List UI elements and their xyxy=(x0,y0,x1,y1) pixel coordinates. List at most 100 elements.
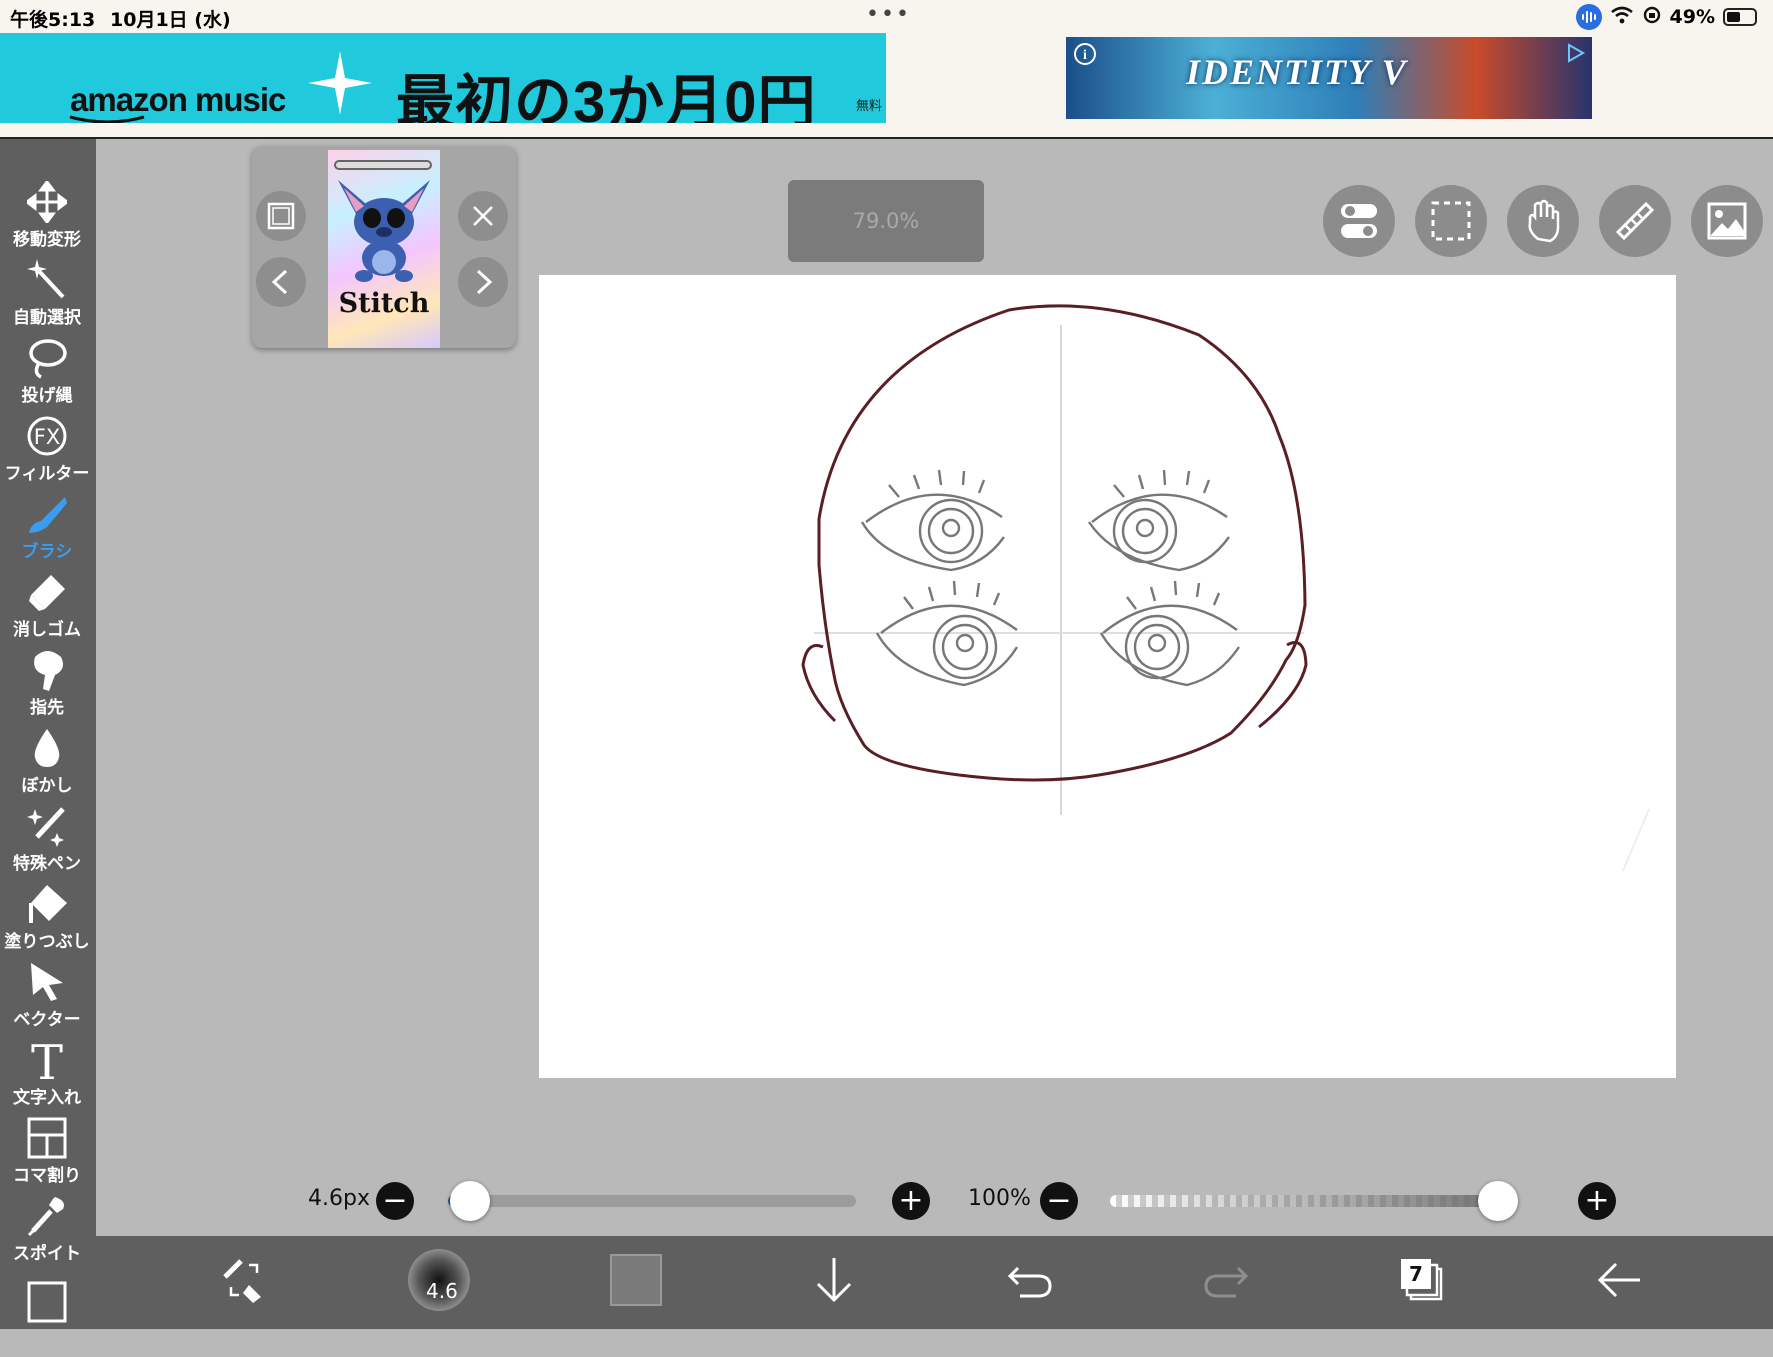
undo-icon xyxy=(1007,1266,1052,1298)
tool-label: 移動変形 xyxy=(13,230,81,250)
brush-size-label: 4.6px xyxy=(308,1186,370,1211)
eyedropper-icon xyxy=(27,1197,64,1237)
tool-blur[interactable]: ぼかし xyxy=(0,725,94,803)
text-icon: T xyxy=(31,1039,63,1081)
battery-fill xyxy=(1727,12,1740,22)
material-fit-button[interactable] xyxy=(256,191,306,241)
brush-opacity-thumb[interactable] xyxy=(1478,1181,1518,1221)
tool-lasso[interactable]: 投げ縄 xyxy=(0,335,94,413)
arrow-left-icon xyxy=(1597,1262,1640,1298)
ad-info-icon[interactable]: i xyxy=(1074,43,1096,65)
material-next-button[interactable] xyxy=(458,257,508,307)
back-button[interactable] xyxy=(1590,1250,1650,1310)
redo-icon xyxy=(1204,1266,1249,1298)
frame-divide-icon xyxy=(27,1117,67,1159)
tool-label: 自動選択 xyxy=(13,308,81,328)
material-thumbnail[interactable]: Stitch xyxy=(328,150,440,348)
canvas-artwork xyxy=(801,304,1650,872)
brush-size-thumb[interactable] xyxy=(450,1181,491,1221)
amazon-promo-text: 最初の3か月0円 xyxy=(396,70,817,123)
tool-text[interactable]: T 文字入れ xyxy=(0,1037,94,1115)
brush-opacity-increase-button[interactable]: + xyxy=(1578,1182,1616,1220)
brush-opacity-slider[interactable] xyxy=(1110,1195,1518,1207)
tool-auto-select[interactable]: 自動選択 xyxy=(0,257,94,335)
tool-label: ベクター xyxy=(13,1010,81,1030)
left-toolbar: 移動変形 自動選択 投げ縄 FX フィルター ブラシ 消しゴム 指先 ぼかし 特… xyxy=(0,139,96,1329)
status-indicators: 49% xyxy=(1575,4,1757,30)
adchoices-icon[interactable] xyxy=(1566,43,1586,63)
tool-finger[interactable]: 指先 xyxy=(0,647,94,725)
ruler-button[interactable] xyxy=(1599,185,1671,257)
chevron-right-icon xyxy=(476,269,493,295)
tool-brush[interactable]: ブラシ xyxy=(0,491,94,569)
status-date: 10月1日 (水) xyxy=(110,9,231,31)
eye-top-left xyxy=(860,469,1005,572)
stitch-character-image xyxy=(338,180,430,282)
tool-label: 指先 xyxy=(30,698,64,718)
material-prev-button[interactable] xyxy=(256,257,306,307)
battery-percent: 49% xyxy=(1669,6,1715,28)
identity-v-ad[interactable]: i IDENTITY V xyxy=(1066,37,1592,119)
dashed-selection-icon xyxy=(1431,201,1471,241)
battery-icon xyxy=(1723,8,1757,26)
tool-label: スポイト xyxy=(13,1244,81,1264)
brush-size-decrease-button[interactable]: − xyxy=(376,1182,414,1220)
tool-special-pen[interactable]: 特殊ペン xyxy=(0,803,94,881)
tool-frame-divide[interactable]: コマ割り xyxy=(0,1115,94,1193)
hand-button[interactable] xyxy=(1507,185,1579,257)
pen-eraser-swap-icon xyxy=(223,1259,261,1303)
magic-wand-icon xyxy=(27,259,65,299)
svg-text:T: T xyxy=(31,1039,63,1081)
image-button[interactable] xyxy=(1691,185,1763,257)
tool-label: コマ割り xyxy=(13,1166,81,1186)
zoom-indicator: 79.0% xyxy=(788,180,984,262)
material-handle[interactable] xyxy=(334,160,432,170)
lasso-icon xyxy=(29,339,67,379)
eraser-icon xyxy=(29,575,65,611)
orientation-lock-icon xyxy=(1642,5,1662,30)
toggle-settings-button[interactable] xyxy=(1323,185,1395,257)
blur-drop-icon xyxy=(34,729,60,767)
brush-size-increase-button[interactable]: + xyxy=(892,1182,930,1220)
brush-size-badge: 4.6 xyxy=(426,1279,458,1303)
tool-vector[interactable]: ベクター xyxy=(0,959,94,1037)
amazon-music-ad[interactable]: amazon music 最初の3か月0円 無料 xyxy=(0,33,886,123)
special-pen-icon xyxy=(27,807,65,847)
canvas-frame-icon xyxy=(27,1281,67,1323)
status-bar: 午後5:13 10月1日 (水) ••• 49% xyxy=(0,0,1773,33)
quick-tool-swap-button[interactable] xyxy=(214,1250,274,1310)
import-down-button[interactable] xyxy=(804,1250,864,1310)
tool-label: 消しゴム xyxy=(13,620,81,640)
tool-canvas[interactable] xyxy=(0,1279,94,1357)
selection-button[interactable] xyxy=(1415,185,1487,257)
ad-banner-row: amazon music 最初の3か月0円 無料 i IDENTITY V xyxy=(0,33,1773,139)
finger-icon xyxy=(34,651,63,691)
svg-text:FX: FX xyxy=(34,425,60,449)
ruler-icon xyxy=(1615,201,1655,241)
material-close-button[interactable] xyxy=(458,191,508,241)
status-time: 午後5:13 xyxy=(10,9,96,31)
color-picker-button[interactable] xyxy=(606,1250,666,1310)
brush-size-slider[interactable] xyxy=(448,1195,856,1207)
layer-count: 7 xyxy=(1409,1262,1423,1286)
amazon-music-logo: amazon music xyxy=(70,81,286,118)
tool-eyedropper[interactable]: スポイト xyxy=(0,1193,94,1271)
brush-preview-button[interactable]: 4.6 xyxy=(408,1249,470,1311)
layers-button[interactable]: 7 xyxy=(1392,1250,1452,1310)
bottom-toolbar: 4.6 7 xyxy=(96,1236,1773,1329)
tool-filter[interactable]: FX フィルター xyxy=(0,413,94,491)
toggle-switch-icon xyxy=(1341,204,1377,238)
redo-button[interactable] xyxy=(1196,1250,1256,1310)
multitasking-dots[interactable]: ••• xyxy=(866,2,911,27)
guide-lines xyxy=(814,325,1304,815)
undo-button[interactable] xyxy=(1000,1250,1060,1310)
drawing-canvas[interactable] xyxy=(539,275,1676,1078)
brush-opacity-label: 100% xyxy=(968,1186,1031,1211)
identity-v-logo: IDENTITY V xyxy=(1186,52,1408,92)
tool-label: フィルター xyxy=(4,464,90,484)
tool-fill[interactable]: 塗りつぶし xyxy=(0,881,94,959)
tool-label: ぼかし xyxy=(21,776,73,796)
tool-move-transform[interactable]: 移動変形 xyxy=(0,179,94,257)
brush-opacity-decrease-button[interactable]: − xyxy=(1040,1182,1078,1220)
tool-eraser[interactable]: 消しゴム xyxy=(0,569,94,647)
